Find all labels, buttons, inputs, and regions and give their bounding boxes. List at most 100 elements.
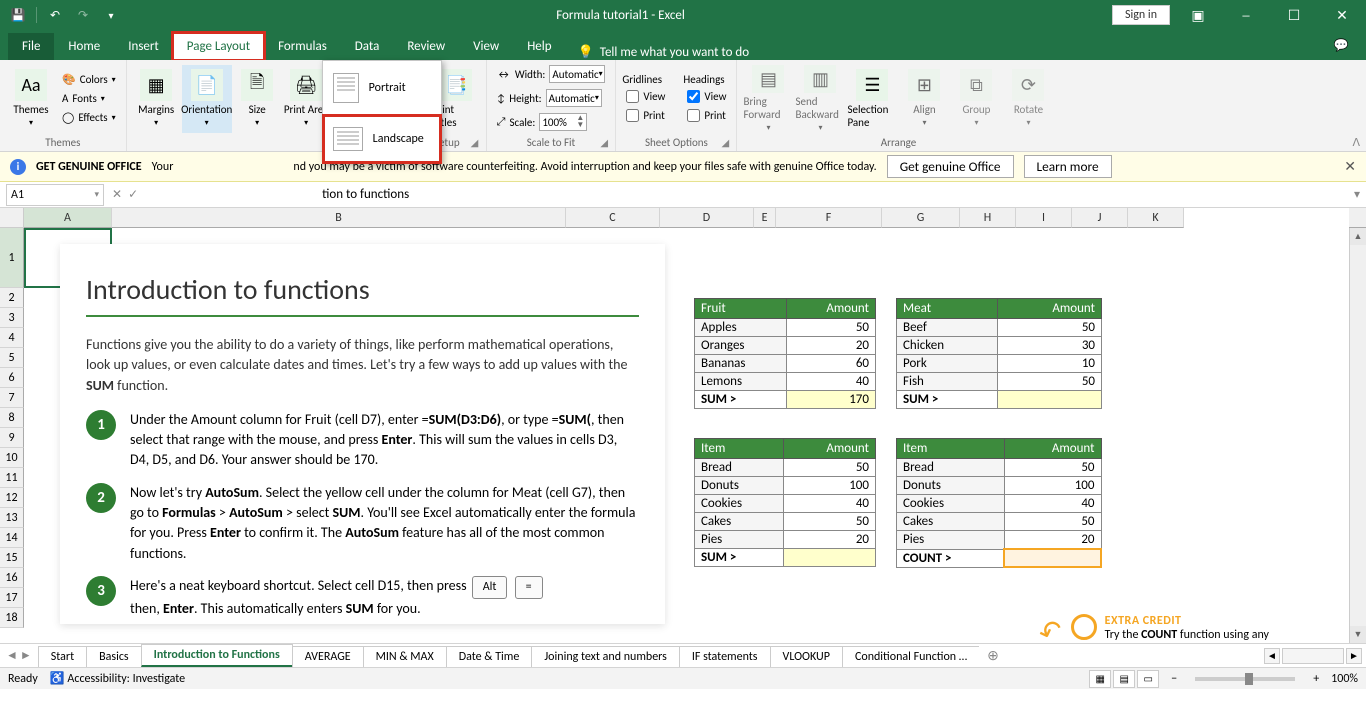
margins-button[interactable]: ▦Margins▾ [133, 65, 180, 133]
horizontal-scrollbar[interactable]: ◄ ► [1264, 648, 1366, 664]
row-header[interactable]: 13 [0, 508, 24, 528]
row-header[interactable]: 8 [0, 408, 24, 428]
row-header[interactable]: 17 [0, 588, 24, 608]
save-icon[interactable]: 💾 [6, 3, 30, 27]
new-sheet-button[interactable]: ⊕ [979, 647, 1007, 664]
orientation-landscape[interactable]: Landscape [323, 115, 441, 163]
tell-me[interactable]: 💡 Tell me what you want to do [578, 45, 750, 60]
height-select[interactable]: Automatic▾ [546, 89, 602, 107]
message-close-icon[interactable]: ✕ [1344, 158, 1356, 175]
comment-icon[interactable]: 💬 [1326, 30, 1356, 60]
scale-input[interactable]: 100%▲▼ [539, 113, 587, 131]
column-header[interactable]: F [776, 208, 882, 228]
select-all-corner[interactable] [0, 208, 24, 228]
row-header[interactable]: 2 [0, 288, 24, 308]
row-header[interactable]: 4 [0, 328, 24, 348]
row-header[interactable]: 15 [0, 548, 24, 568]
sheet-nav-last-icon[interactable]: ► [20, 648, 32, 663]
accessibility-status[interactable]: ♿ Accessibility: Investigate [50, 671, 185, 686]
page-break-view-icon[interactable]: ▭ [1137, 670, 1159, 688]
row-header[interactable]: 11 [0, 468, 24, 488]
undo-icon[interactable]: ↶ [43, 3, 67, 27]
sheet-tab[interactable]: AVERAGE [292, 646, 364, 667]
row-header[interactable]: 16 [0, 568, 24, 588]
get-genuine-office-button[interactable]: Get genuine Office [887, 155, 1014, 178]
themes-button[interactable]: Aa Themes ▾ [6, 65, 56, 133]
name-box[interactable]: A1▾ [6, 184, 104, 206]
grid-body[interactable]: Introduction to functions Functions give… [24, 228, 1349, 643]
enter-formula-icon[interactable]: ✓ [128, 187, 138, 202]
page-layout-view-icon[interactable]: ▤ [1113, 670, 1135, 688]
customize-qat-icon[interactable]: ▾ [99, 3, 123, 27]
rotate-button[interactable]: ⟳Rotate▾ [1003, 65, 1053, 133]
collapse-ribbon-icon[interactable]: ᐱ [1352, 136, 1360, 149]
send-backward-button[interactable]: ▥Send Backward▾ [795, 65, 845, 133]
sheet-tab[interactable]: Conditional Function … [842, 646, 979, 667]
row-header[interactable]: 6 [0, 368, 24, 388]
column-header[interactable]: C [566, 208, 660, 228]
row-header[interactable]: 9 [0, 428, 24, 448]
sheet-tab[interactable]: Basics [86, 646, 142, 667]
tab-view[interactable]: View [459, 33, 513, 60]
column-header[interactable]: B [112, 208, 566, 228]
vertical-scrollbar[interactable]: ▲ ▼ [1349, 228, 1366, 643]
column-header[interactable]: G [882, 208, 960, 228]
column-header[interactable]: H [960, 208, 1016, 228]
size-button[interactable]: 🗎Size▾ [234, 65, 281, 133]
scroll-down-icon[interactable]: ▼ [1350, 626, 1366, 643]
row-header[interactable]: 7 [0, 388, 24, 408]
headings-view-checkbox[interactable]: View [683, 88, 730, 105]
close-icon[interactable]: ✕ [1322, 0, 1362, 30]
hscroll-right-icon[interactable]: ► [1346, 648, 1362, 664]
expand-formula-bar-icon[interactable]: ▾ [1348, 187, 1366, 202]
sheet-tab[interactable]: Introduction to Functions [141, 644, 293, 667]
redo-icon[interactable]: ↷ [71, 3, 95, 27]
column-header[interactable]: J [1072, 208, 1128, 228]
row-header[interactable]: 3 [0, 308, 24, 328]
hscroll-left-icon[interactable]: ◄ [1264, 648, 1280, 664]
sheet-nav-first-icon[interactable]: ◄ [6, 648, 18, 663]
maximize-icon[interactable]: ☐ [1274, 0, 1314, 30]
page-setup-dialog-launcher-icon[interactable]: ◢ [471, 136, 483, 148]
row-header[interactable]: 18 [0, 608, 24, 628]
tab-help[interactable]: Help [513, 33, 565, 60]
sheet-tab[interactable]: Date & Time [446, 646, 533, 667]
row-header[interactable]: 12 [0, 488, 24, 508]
tab-review[interactable]: Review [393, 33, 459, 60]
headings-print-checkbox[interactable]: Print [683, 107, 730, 124]
selection-pane-button[interactable]: ☰Selection Pane [847, 65, 897, 133]
tab-file[interactable]: File [8, 33, 54, 60]
orientation-portrait[interactable]: Portrait [323, 61, 441, 115]
minimize-icon[interactable]: ─ [1226, 0, 1266, 30]
ribbon-display-icon[interactable]: ▣ [1178, 0, 1218, 30]
gridlines-print-checkbox[interactable]: Print [622, 107, 669, 124]
tab-data[interactable]: Data [341, 33, 394, 60]
fonts-button[interactable]: AFonts▾ [58, 90, 120, 107]
tab-insert[interactable]: Insert [114, 33, 173, 60]
sheet-tab[interactable]: Start [38, 646, 87, 667]
cancel-formula-icon[interactable]: ✕ [112, 187, 122, 202]
learn-more-button[interactable]: Learn more [1024, 155, 1112, 178]
width-select[interactable]: Automatic▾ [549, 65, 605, 83]
zoom-slider[interactable] [1195, 677, 1295, 681]
sheet-tab[interactable]: VLOOKUP [770, 646, 843, 667]
row-header[interactable]: 14 [0, 528, 24, 548]
column-header[interactable]: I [1016, 208, 1072, 228]
zoom-in-icon[interactable]: + [1313, 672, 1319, 686]
bring-forward-button[interactable]: ▤Bring Forward▾ [743, 65, 793, 133]
zoom-level[interactable]: 100% [1331, 672, 1358, 686]
sign-in-button[interactable]: Sign in [1112, 5, 1170, 25]
column-header[interactable]: D [660, 208, 754, 228]
formula-input[interactable]: tion to functions [146, 187, 1348, 202]
sheet-tab[interactable]: IF statements [679, 646, 771, 667]
align-button[interactable]: ⊞Align▾ [899, 65, 949, 133]
tab-formulas[interactable]: Formulas [264, 33, 341, 60]
gridlines-view-checkbox[interactable]: View [622, 88, 669, 105]
sheet-tab[interactable]: MIN & MAX [363, 646, 447, 667]
spreadsheet-grid[interactable]: 123456789101112131415161718 Introduction… [0, 228, 1366, 643]
sheet-tab[interactable]: Joining text and numbers [531, 646, 680, 667]
normal-view-icon[interactable]: ▦ [1089, 670, 1111, 688]
tab-home[interactable]: Home [54, 33, 114, 60]
row-header[interactable]: 1 [0, 228, 24, 288]
scale-dialog-launcher-icon[interactable]: ◢ [600, 136, 612, 148]
